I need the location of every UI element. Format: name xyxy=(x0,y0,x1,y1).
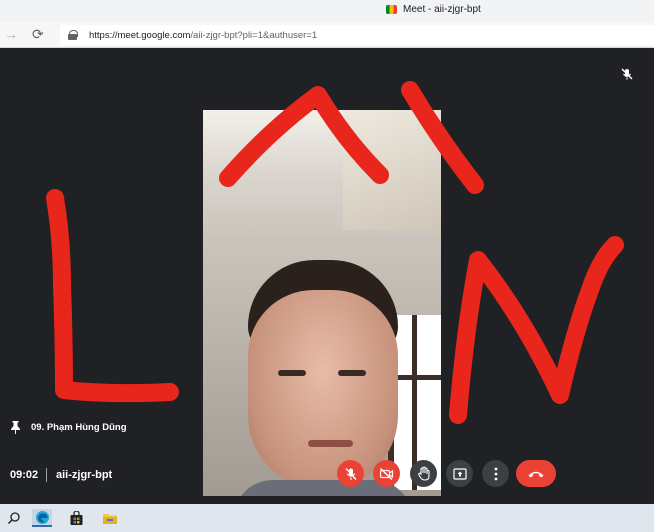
muted-mic-icon xyxy=(621,68,633,80)
participant-name: 09. Phạm Hùng Dũng xyxy=(31,422,127,433)
back-arrow-icon[interactable]: → xyxy=(4,26,18,42)
camera-off-button[interactable] xyxy=(373,460,400,487)
raise-hand-button[interactable] xyxy=(410,460,437,487)
url-host: https://meet.google.com xyxy=(89,29,191,41)
camera-off-icon xyxy=(379,467,394,480)
screen: Meet - aii-zjgr-bpt → ⟳ https://meet.goo… xyxy=(0,0,654,532)
windows-taskbar xyxy=(0,504,654,532)
meeting-stage: 09. Phạm Hùng Dũng 09:02 aii-zjgr-bpt xyxy=(0,49,654,504)
participant-video xyxy=(203,110,441,496)
divider xyxy=(46,468,47,482)
pin-icon[interactable] xyxy=(10,421,21,434)
leave-call-button[interactable] xyxy=(516,460,556,487)
search-icon[interactable] xyxy=(4,509,24,527)
reload-icon[interactable]: ⟳ xyxy=(32,26,44,43)
mic-off-icon xyxy=(344,467,357,480)
hang-up-icon xyxy=(528,471,544,477)
store-icon[interactable] xyxy=(66,509,86,527)
url-path: /aii-zjgr-bpt?pli=1&authuser=1 xyxy=(190,29,318,41)
browser-tab[interactable]: Meet - aii-zjgr-bpt xyxy=(386,4,481,15)
lock-icon xyxy=(68,30,78,40)
browser-toolbar: → ⟳ https://meet.google.com/aii-zjgr-bpt… xyxy=(0,22,654,48)
meet-favicon-icon xyxy=(386,5,397,14)
edge-browser-icon[interactable] xyxy=(32,509,52,527)
address-bar[interactable]: https://meet.google.com/aii-zjgr-bpt?pli… xyxy=(60,25,654,45)
mic-off-button[interactable] xyxy=(337,460,364,487)
more-vertical-icon xyxy=(494,467,497,480)
browser-titlebar: Meet - aii-zjgr-bpt xyxy=(0,0,654,22)
file-explorer-icon[interactable] xyxy=(100,509,120,527)
more-options-button[interactable] xyxy=(482,460,509,487)
present-button[interactable] xyxy=(446,460,473,487)
present-screen-icon xyxy=(452,467,467,480)
raise-hand-icon xyxy=(417,466,430,481)
meeting-code: aii-zjgr-bpt xyxy=(56,469,113,481)
participant-name-tag: 09. Phạm Hùng Dũng xyxy=(10,421,127,434)
tab-title: Meet - aii-zjgr-bpt xyxy=(403,4,481,15)
meeting-time: 09:02 xyxy=(10,469,39,481)
url-text: https://meet.google.com/aii-zjgr-bpt?pli… xyxy=(89,30,317,41)
